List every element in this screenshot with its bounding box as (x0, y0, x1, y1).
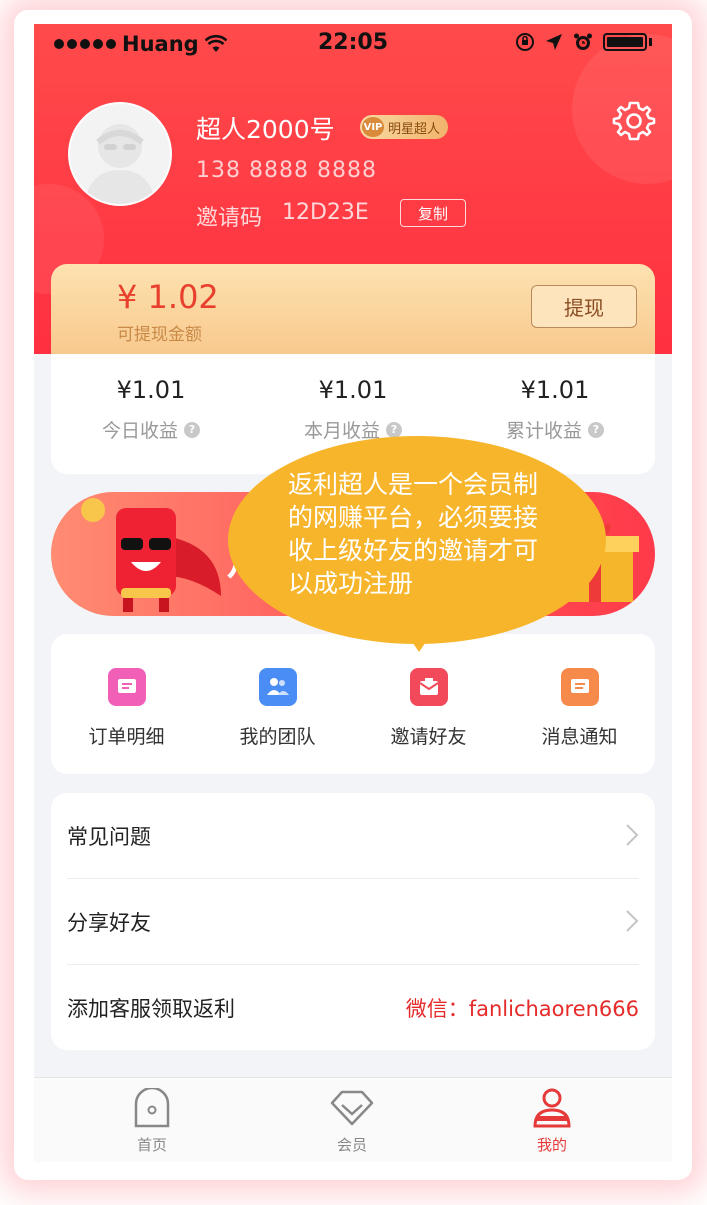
location-icon (546, 34, 562, 50)
copy-button[interactable]: 复制 (400, 199, 466, 227)
earning-label: 累计收益 (505, 420, 582, 442)
menu-invite-friends[interactable]: 邀请好友 (353, 668, 504, 749)
team-icon (258, 668, 297, 706)
rotation-lock-icon (516, 33, 534, 51)
menu-label: 邀请好友 (390, 726, 467, 748)
alarm-icon (574, 33, 592, 50)
list-item-share[interactable]: 分享好友 (67, 879, 639, 965)
avatar[interactable] (68, 102, 172, 206)
diamond-icon (330, 1090, 374, 1126)
battery-icon (603, 33, 647, 51)
earning-month[interactable]: ¥1.01 本月收益? (253, 376, 453, 443)
message-icon (560, 668, 599, 706)
invite-code-value: 12D23E (282, 200, 369, 225)
tab-label: 会员 (336, 1136, 367, 1154)
status-right (515, 32, 652, 52)
settings-list: 常见问题 分享好友 添加客服领取返利 微信：fanlichaoren666 (51, 793, 655, 1050)
menu-notifications[interactable]: 消息通知 (504, 668, 655, 749)
avatar-placeholder-icon (84, 124, 156, 204)
help-icon[interactable]: ? (386, 421, 402, 438)
balance-label: 可提现金额 (117, 325, 202, 345)
tab-mine[interactable]: 我的 (492, 1088, 612, 1155)
red-envelope-mascot-icon (81, 498, 221, 612)
tab-home[interactable]: 首页 (92, 1086, 212, 1155)
earning-total[interactable]: ¥1.01 累计收益? (455, 376, 655, 443)
list-item-customer-service[interactable]: 添加客服领取返利 微信：fanlichaoren666 (67, 965, 639, 1051)
list-item-label: 常见问题 (67, 825, 151, 849)
menu-label: 消息通知 (541, 726, 618, 748)
list-item-label: 分享好友 (67, 911, 151, 935)
username: 超人2000号 (196, 115, 335, 144)
help-icon[interactable]: ? (588, 421, 604, 438)
wechat-id[interactable]: 微信：fanlichaoren666 (406, 993, 639, 1023)
earning-today[interactable]: ¥1.01 今日收益? (51, 376, 251, 443)
menu-my-team[interactable]: 我的团队 (202, 668, 353, 749)
withdraw-button[interactable]: 提现 (531, 285, 637, 328)
chevron-right-icon (626, 910, 639, 932)
menu-label: 订单明细 (88, 726, 165, 748)
tooltip-tail (408, 636, 430, 652)
invite-icon (409, 668, 448, 706)
vip-icon: VIP (362, 117, 384, 137)
status-bar: Huang 22:05 (34, 24, 672, 64)
tab-label: 首页 (136, 1136, 167, 1154)
chevron-right-icon (626, 824, 639, 846)
vip-label: 明星超人 (388, 121, 441, 137)
tab-label: 我的 (536, 1136, 567, 1154)
vip-badge: VIP 明星超人 (360, 115, 449, 139)
phone-number: 138 8888 8888 (196, 158, 377, 183)
earning-value: ¥1.01 (318, 376, 388, 404)
phone-screen: Huang 22:05 超人2000号 VIP 明星超人 138 8888 88… (34, 24, 672, 1162)
settings-gear-icon[interactable] (612, 99, 656, 143)
balance-amount: ¥ 1.02 (117, 278, 219, 316)
battery-tip (649, 38, 652, 46)
balance-card: ¥ 1.02 可提现金额 提现 (51, 264, 655, 354)
invite-code-label: 邀请码 (196, 206, 263, 231)
tooltip-text: 返利超人是一个会员制的网赚平台，必须要接收上级好友的邀请才可以成功注册 (288, 470, 539, 598)
tab-member[interactable]: 会员 (292, 1088, 412, 1155)
menu-label: 我的团队 (239, 726, 316, 748)
home-icon (134, 1086, 170, 1128)
menu-order-details[interactable]: 订单明细 (51, 668, 202, 749)
help-icon[interactable]: ? (184, 421, 200, 438)
earning-value: ¥1.01 (116, 376, 186, 404)
list-item-label: 添加客服领取返利 (67, 997, 235, 1021)
quick-menu: 订单明细 我的团队 邀请好友 消息通知 (51, 634, 655, 774)
earning-value: ¥1.01 (520, 376, 590, 404)
earning-label: 今日收益 (101, 420, 178, 442)
tab-bar: 首页 会员 我的 (34, 1077, 672, 1162)
order-icon (107, 668, 146, 706)
profile-icon (533, 1088, 571, 1128)
list-item-faq[interactable]: 常见问题 (67, 793, 639, 879)
